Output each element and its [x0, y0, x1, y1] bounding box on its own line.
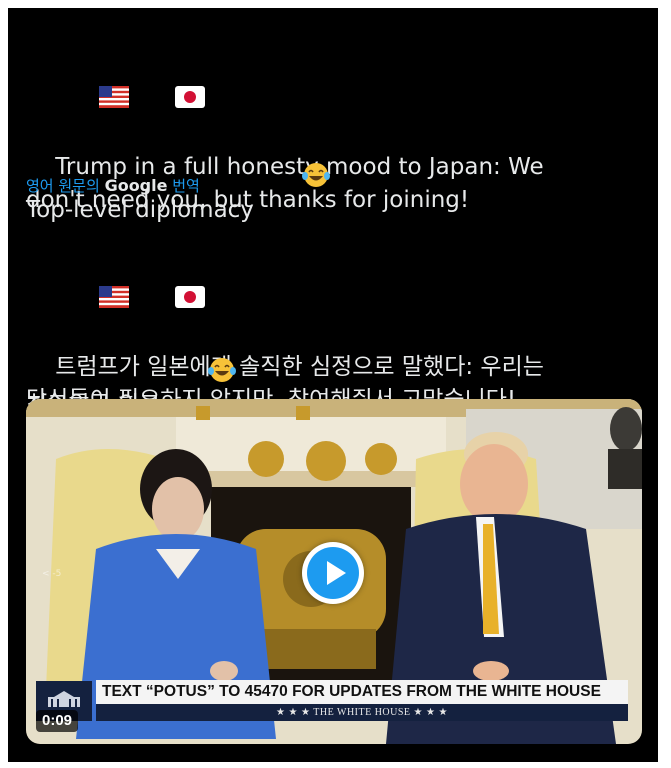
- translate-prefix: 영어 원문의: [26, 177, 100, 195]
- translate-attribution[interactable]: 영어 원문의 Google 번역: [26, 175, 200, 197]
- google-logo-text: Google: [104, 176, 168, 195]
- play-button[interactable]: [302, 542, 364, 604]
- video-duration: 0:09: [36, 710, 79, 732]
- post-card: Trump in a full honesty mood to Japan: W…: [8, 8, 658, 762]
- translate-suffix: 번역: [172, 177, 200, 195]
- video-watermark: < -5: [42, 569, 62, 579]
- lower-third-subtitle: ★ ★ ★ THE WHITE HOUSE ★ ★ ★: [96, 704, 628, 721]
- laughing-emoji-icon: [258, 129, 330, 231]
- lower-third-banner: TEXT “POTUS” TO 45470 FOR UPDATES FROM T…: [96, 680, 628, 704]
- play-button-circle: [307, 547, 359, 599]
- video-player[interactable]: < -5 TEXT “POTUS” TO 45470 FOR UPDATES F…: [26, 399, 642, 744]
- play-icon: [327, 561, 346, 585]
